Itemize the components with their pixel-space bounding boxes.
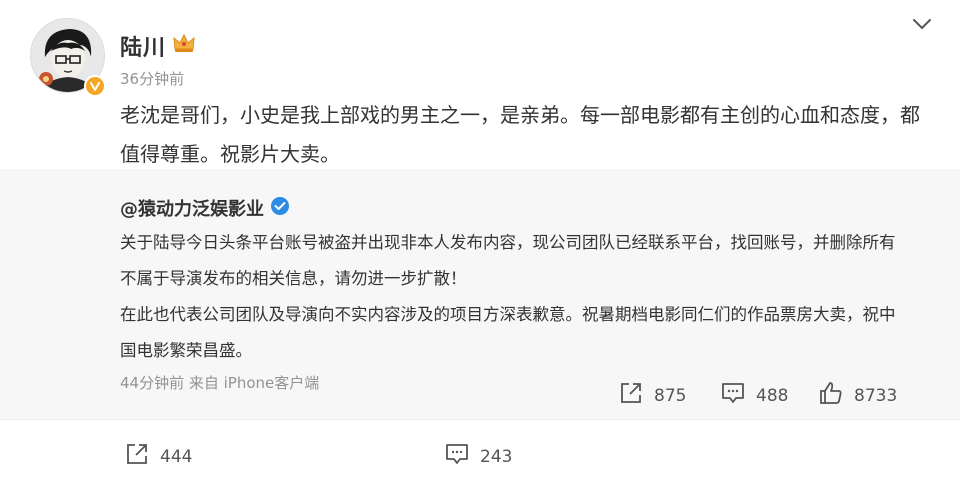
repost-paragraph: 关于陆导今日头条平台账号被盗并出现非本人发布内容，现公司团队已经联系平台，找回账… <box>120 233 896 288</box>
repost-card[interactable]: @猿动力泛娱影业 关于陆导今日头条平台账号被盗并出现非本人发布内容，现公司团队已… <box>0 169 960 419</box>
repost-share-count: 875 <box>654 385 687 406</box>
share-button[interactable]: 444 <box>124 441 192 472</box>
repost-paragraph: 在此也代表公司团队及导演向不实内容涉及的项目方深表歉意。祝暑期档电影同仁们的作品… <box>120 305 896 360</box>
repost-comment-count: 488 <box>756 385 789 406</box>
repost-meta[interactable]: 44分钟前 来自 iPhone客户端 <box>120 372 319 393</box>
comment-icon <box>444 441 470 472</box>
repost-comment-button[interactable]: 488 <box>720 380 788 411</box>
verified-icon <box>84 75 106 97</box>
share-icon <box>124 441 150 472</box>
share-icon <box>618 380 644 411</box>
comment-button[interactable]: 243 <box>444 441 512 472</box>
repost-like-button[interactable]: 8733 <box>818 380 897 411</box>
comment-icon <box>720 380 746 411</box>
repost-like-count: 8733 <box>854 385 898 406</box>
post-text: 老沈是哥们，小史是我上部戏的男主之一，是亲弟。每一部电影都有主创的心血和态度，都… <box>120 103 920 166</box>
crown-icon <box>172 32 196 58</box>
username[interactable]: 陆川 <box>120 30 166 62</box>
comment-count: 243 <box>480 446 513 467</box>
post-timestamp[interactable]: 36分钟前 <box>120 68 184 89</box>
divider <box>0 419 960 420</box>
share-count: 444 <box>160 446 193 467</box>
like-icon <box>818 380 844 411</box>
repost-author[interactable]: @猿动力泛娱影业 <box>120 195 264 221</box>
chevron-down-icon[interactable] <box>910 12 934 40</box>
repost-text: 关于陆导今日头条平台账号被盗并出现非本人发布内容，现公司团队已经联系平台，找回账… <box>120 225 910 369</box>
repost-share-button[interactable]: 875 <box>618 380 686 411</box>
verified-icon <box>270 196 290 220</box>
